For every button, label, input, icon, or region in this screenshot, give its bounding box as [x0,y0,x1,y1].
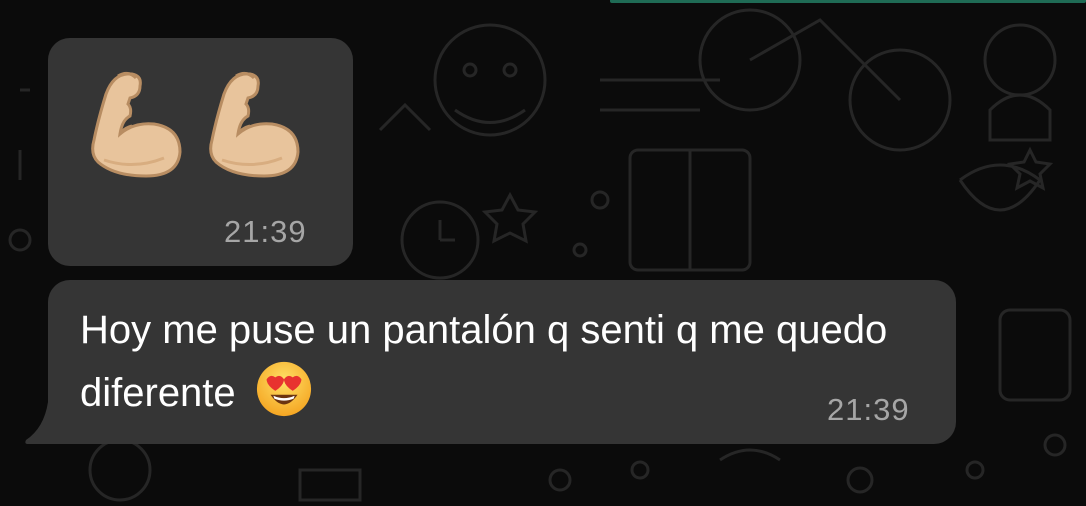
flexed-biceps-icon [209,71,300,178]
header-edge [610,0,1086,3]
message-text: Hoy me puse un pantalón q senti q me que… [80,300,900,423]
message-bubble-text[interactable]: Hoy me puse un pantalón q senti q me que… [48,280,956,444]
flexed-biceps-icon [91,71,182,178]
message-timestamp: 21:39 [224,214,307,249]
emoji-row [84,64,302,184]
message-timestamp: 21:39 [827,392,910,427]
message-bubble-emoji[interactable]: 21:39 [48,38,353,266]
message-text-content: Hoy me puse un pantalón q senti q me que… [80,308,888,415]
heart-eyes-icon [256,361,311,417]
